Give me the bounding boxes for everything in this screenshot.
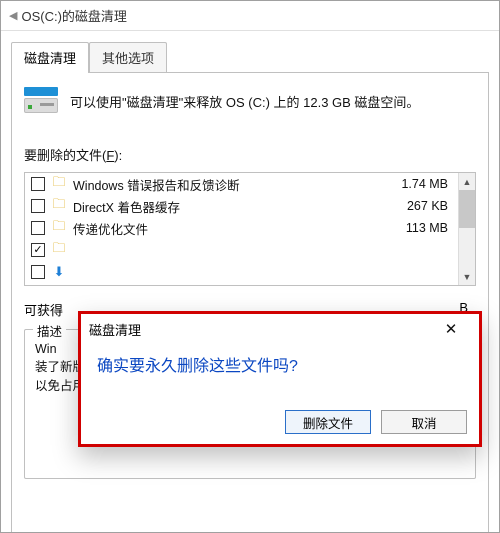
download-icon: ⬇	[51, 264, 67, 280]
label-prefix: 要删除的文件(	[24, 148, 106, 163]
description-legend: 描述	[33, 321, 66, 340]
file-name: 传递优化文件	[73, 219, 376, 238]
tab-label: 其他选项	[102, 51, 154, 66]
checkbox[interactable]	[31, 243, 45, 257]
dialog-message: 确实要永久删除这些文件吗?	[97, 352, 463, 376]
tab-label: 磁盘清理	[24, 51, 76, 66]
confirm-delete-dialog: 磁盘清理 ✕ 确实要永久删除这些文件吗? 删除文件 取消	[78, 311, 482, 447]
file-row[interactable]: 🗀	[25, 239, 458, 261]
tab-strip: 磁盘清理 其他选项	[1, 31, 499, 72]
dialog-title: 磁盘清理	[89, 320, 141, 339]
window-title-bar: ◀ OS(C:)的磁盘清理	[1, 1, 499, 31]
files-to-delete-label: 要删除的文件(F):	[24, 145, 476, 164]
checkbox[interactable]	[31, 199, 45, 213]
disk-cleanup-window: ◀ OS(C:)的磁盘清理 磁盘清理 其他选项 可以使用"磁盘清理"来释放 OS…	[0, 0, 500, 533]
delete-files-button[interactable]: 删除文件	[285, 410, 371, 434]
folder-icon: 🗀	[51, 242, 67, 258]
back-chevron-icon: ◀	[9, 9, 17, 22]
info-row: 可以使用"磁盘清理"来释放 OS (C:) 上的 12.3 GB 磁盘空间。	[24, 87, 476, 115]
cancel-button[interactable]: 取消	[381, 410, 467, 434]
scroll-down-icon[interactable]: ▼	[459, 268, 475, 285]
file-row[interactable]: 🗀 传递优化文件 113 MB	[25, 217, 458, 239]
file-list: 🗀 Windows 错误报告和反馈诊断 1.74 MB 🗀 DirectX 着色…	[24, 172, 476, 286]
file-list-scrollbar[interactable]: ▲ ▼	[458, 173, 475, 285]
info-text: 可以使用"磁盘清理"来释放 OS (C:) 上的 12.3 GB 磁盘空间。	[70, 92, 419, 111]
file-row[interactable]: 🗀 Windows 错误报告和反馈诊断 1.74 MB	[25, 173, 458, 195]
tab-disk-cleanup[interactable]: 磁盘清理	[11, 42, 89, 73]
checkbox[interactable]	[31, 221, 45, 235]
dialog-button-row: 删除文件 取消	[285, 410, 467, 434]
folder-icon: 🗀	[51, 198, 67, 214]
file-row[interactable]: ⬇	[25, 261, 458, 283]
file-row[interactable]: 🗀 DirectX 着色器缓存 267 KB	[25, 195, 458, 217]
window-title: OS(C:)的磁盘清理	[21, 6, 126, 25]
drive-icon	[24, 87, 58, 115]
folder-icon: 🗀	[51, 176, 67, 192]
scroll-thumb[interactable]	[459, 190, 475, 228]
button-label: 删除文件	[303, 413, 353, 432]
checkbox[interactable]	[31, 265, 45, 279]
dialog-body: 确实要永久删除这些文件吗?	[81, 344, 479, 376]
file-size: 1.74 MB	[382, 177, 452, 191]
file-size: 267 KB	[382, 199, 452, 213]
file-name: DirectX 着色器缓存	[73, 197, 376, 216]
scroll-up-icon[interactable]: ▲	[459, 173, 475, 190]
file-size: 113 MB	[382, 221, 452, 235]
gain-label: 可获得	[24, 300, 63, 319]
folder-icon: 🗀	[51, 220, 67, 236]
label-suffix: ):	[114, 148, 122, 163]
tab-more-options[interactable]: 其他选项	[89, 42, 167, 73]
close-icon[interactable]: ✕	[431, 318, 471, 340]
description-fragment: Win	[35, 342, 57, 356]
checkbox[interactable]	[31, 177, 45, 191]
dialog-title-bar: 磁盘清理 ✕	[81, 314, 479, 344]
file-name: Windows 错误报告和反馈诊断	[73, 175, 376, 194]
tab-panel: 可以使用"磁盘清理"来释放 OS (C:) 上的 12.3 GB 磁盘空间。 要…	[11, 72, 489, 533]
button-label: 取消	[411, 413, 436, 432]
